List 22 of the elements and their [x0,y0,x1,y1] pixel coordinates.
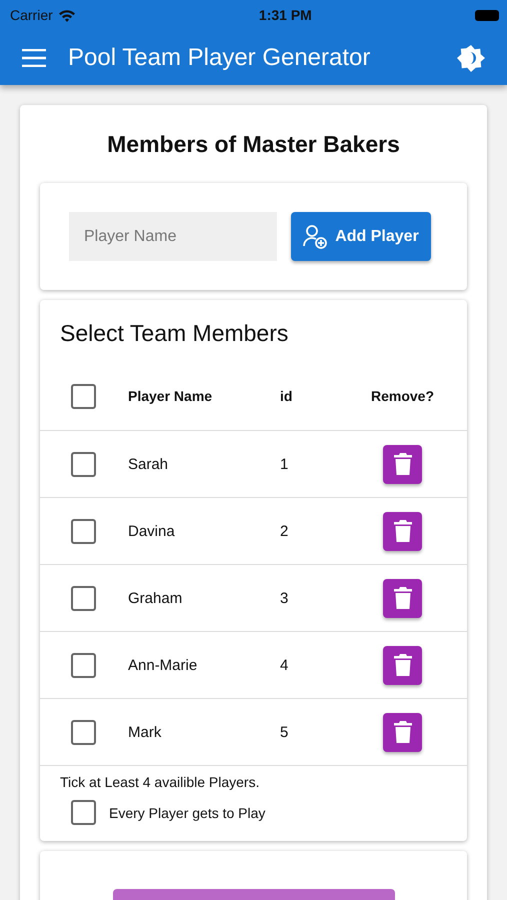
option-label: Every Player gets to Play [109,804,266,820]
section-heading: Select Team Members [59,319,290,348]
column-header: Remove? [370,388,434,404]
player-id: 2 [280,522,290,540]
hint-text: Tick at Least 4 availible Players. [59,773,260,790]
player-name: Ann-Marie [128,656,198,674]
player-name-field[interactable]: Player Name [69,212,277,261]
carrier-label: Carrier [10,7,53,23]
clock-time: 1:31 PM [258,7,312,23]
add-player-button[interactable]: Add Player [291,212,431,261]
column-header: id [280,388,294,404]
player-id: 5 [280,724,290,740]
app-title: Pool Team Player Generator [68,44,372,72]
player-name: Mark [128,724,162,740]
player-id: 4 [280,656,290,674]
player-name: Sarah [128,456,170,472]
player-name: Graham [128,590,184,606]
team-title: Members of Master Bakers [106,130,401,159]
player-id: 3 [280,590,290,606]
player-id: 1 [280,456,290,472]
column-header: Player Name [128,388,214,404]
player-name: Davina [128,522,176,540]
